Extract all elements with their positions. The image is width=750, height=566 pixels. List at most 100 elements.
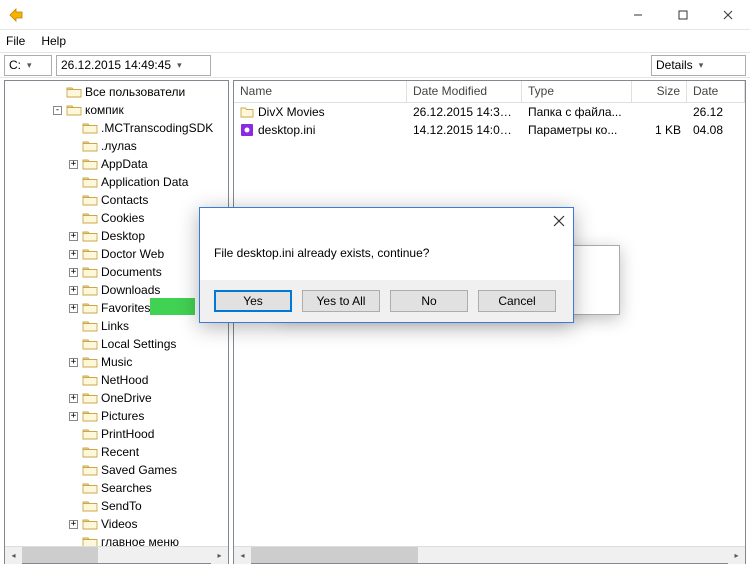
no-expand bbox=[69, 214, 78, 223]
tree-item-label: Doctor Web bbox=[101, 247, 164, 261]
tree-hscroll[interactable]: ◂ ▸ bbox=[5, 546, 228, 563]
expand-icon[interactable]: + bbox=[69, 520, 78, 529]
tree-item-label: AppData bbox=[101, 157, 148, 171]
tree-item[interactable]: + Doctor Web bbox=[5, 245, 228, 263]
drive-combo[interactable]: C: ▾ bbox=[4, 55, 52, 76]
col-date[interactable]: Date Modified bbox=[407, 81, 522, 102]
tree-item[interactable]: Saved Games bbox=[5, 461, 228, 479]
menu-file[interactable]: File bbox=[6, 34, 25, 48]
col-name[interactable]: Name bbox=[234, 81, 407, 102]
expand-icon[interactable]: + bbox=[69, 250, 78, 259]
tree-item-label: SendTo bbox=[101, 499, 142, 513]
dialog-message: File desktop.ini already exists, continu… bbox=[200, 236, 573, 280]
tree-item-label: компик bbox=[85, 103, 124, 117]
no-expand bbox=[69, 178, 78, 187]
tree-item[interactable]: + Pictures bbox=[5, 407, 228, 425]
tree-item-label: NetHood bbox=[101, 373, 148, 387]
tree-item[interactable]: Все пользователи bbox=[5, 83, 228, 101]
minimize-button[interactable] bbox=[615, 0, 660, 30]
tree-item-label: Saved Games bbox=[101, 463, 177, 477]
tree-item-label: Pictures bbox=[101, 409, 144, 423]
col-size[interactable]: Size bbox=[632, 81, 687, 102]
close-button[interactable] bbox=[705, 0, 750, 30]
no-expand bbox=[69, 466, 78, 475]
list-body[interactable]: DivX Movies26.12.2015 14:38:12Папка с фа… bbox=[234, 103, 745, 546]
yes-to-all-button[interactable]: Yes to All bbox=[302, 290, 380, 312]
date-combo-value: 26.12.2015 14:49:45 bbox=[61, 58, 171, 72]
collapse-icon[interactable]: - bbox=[53, 106, 62, 115]
tree-item[interactable]: +Desktop bbox=[5, 227, 228, 245]
no-expand bbox=[53, 88, 62, 97]
tree-item[interactable]: Application Data bbox=[5, 173, 228, 191]
menu-help[interactable]: Help bbox=[41, 34, 66, 48]
expand-icon[interactable]: + bbox=[69, 412, 78, 421]
expand-icon[interactable]: + bbox=[69, 160, 78, 169]
tree-item[interactable]: + Music bbox=[5, 353, 228, 371]
tree-item-label: Downloads bbox=[101, 283, 160, 297]
list-item[interactable]: DivX Movies26.12.2015 14:38:12Папка с фа… bbox=[234, 103, 745, 121]
expand-icon[interactable]: + bbox=[69, 358, 78, 367]
tree-item-label: Searches bbox=[101, 481, 152, 495]
no-button[interactable]: No bbox=[390, 290, 468, 312]
tree-item-label: Contacts bbox=[101, 193, 148, 207]
expand-icon[interactable]: + bbox=[69, 232, 78, 241]
titlebar bbox=[0, 0, 750, 30]
confirm-dialog: File desktop.ini already exists, continu… bbox=[199, 207, 574, 323]
tree-item[interactable]: .лулаs bbox=[5, 137, 228, 155]
scroll-left-icon[interactable]: ◂ bbox=[5, 547, 22, 564]
tree-item[interactable]: Searches bbox=[5, 479, 228, 497]
tree-item-label: Cookies bbox=[101, 211, 144, 225]
tree-item[interactable]: Cookies bbox=[5, 209, 228, 227]
tree-item[interactable]: PrintHood bbox=[5, 425, 228, 443]
tree-item[interactable]: Recent bbox=[5, 443, 228, 461]
no-expand bbox=[69, 430, 78, 439]
tree-item[interactable]: SendTo bbox=[5, 497, 228, 515]
no-expand bbox=[69, 376, 78, 385]
tree-item[interactable]: + Downloads bbox=[5, 281, 228, 299]
tree-item[interactable]: + AppData bbox=[5, 155, 228, 173]
tree-item[interactable]: NetHood bbox=[5, 371, 228, 389]
tree-item[interactable]: - компик bbox=[5, 101, 228, 119]
cell-size: 1 KB bbox=[632, 123, 687, 137]
toolbar: C: ▾ 26.12.2015 14:49:45 ▾ Details ▾ bbox=[0, 52, 750, 78]
close-icon[interactable] bbox=[553, 215, 565, 230]
tree-item[interactable]: Contacts bbox=[5, 191, 228, 209]
date-combo[interactable]: 26.12.2015 14:49:45 ▾ bbox=[56, 55, 211, 76]
tree-item-label: Music bbox=[101, 355, 132, 369]
no-expand bbox=[69, 322, 78, 331]
file-name: DivX Movies bbox=[258, 105, 325, 119]
yes-button[interactable]: Yes bbox=[214, 290, 292, 312]
scroll-right-icon[interactable]: ▸ bbox=[211, 547, 228, 564]
no-expand bbox=[69, 124, 78, 133]
expand-icon[interactable]: + bbox=[69, 268, 78, 277]
view-combo[interactable]: Details ▾ bbox=[651, 55, 746, 76]
col-type[interactable]: Type bbox=[522, 81, 632, 102]
expand-icon[interactable]: + bbox=[69, 304, 78, 313]
tree-item-label: Local Settings bbox=[101, 337, 176, 351]
no-expand bbox=[69, 142, 78, 151]
cancel-button[interactable]: Cancel bbox=[478, 290, 556, 312]
tree-item[interactable]: главное меню bbox=[5, 533, 228, 546]
tree-item[interactable]: Local Settings bbox=[5, 335, 228, 353]
tree-item[interactable]: + OneDrive bbox=[5, 389, 228, 407]
tree-item-label: OneDrive bbox=[101, 391, 152, 405]
scroll-right-icon[interactable]: ▸ bbox=[728, 547, 745, 564]
tree-panel: Все пользователи - компик .MCTranscodingSDK… bbox=[4, 80, 229, 564]
no-expand bbox=[69, 538, 78, 547]
list-hscroll[interactable]: ◂ ▸ bbox=[234, 546, 745, 563]
expand-icon[interactable]: + bbox=[69, 394, 78, 403]
progress-bar-fragment bbox=[150, 298, 195, 315]
tree-item[interactable]: Links bbox=[5, 317, 228, 335]
tree-item[interactable]: + Videos bbox=[5, 515, 228, 533]
maximize-button[interactable] bbox=[660, 0, 705, 30]
list-item[interactable]: desktop.ini14.12.2015 14:06:15Параметры … bbox=[234, 121, 745, 139]
dialog-titlebar bbox=[200, 208, 573, 236]
tree-item-label: Все пользователи bbox=[85, 85, 185, 99]
tree-item-label: Videos bbox=[101, 517, 137, 531]
tree-item[interactable]: .MCTranscodingSDK bbox=[5, 119, 228, 137]
cell-dated: 26.12 bbox=[687, 105, 745, 119]
col-dated[interactable]: Date bbox=[687, 81, 745, 102]
tree-item[interactable]: +Documents bbox=[5, 263, 228, 281]
expand-icon[interactable]: + bbox=[69, 286, 78, 295]
scroll-left-icon[interactable]: ◂ bbox=[234, 547, 251, 564]
